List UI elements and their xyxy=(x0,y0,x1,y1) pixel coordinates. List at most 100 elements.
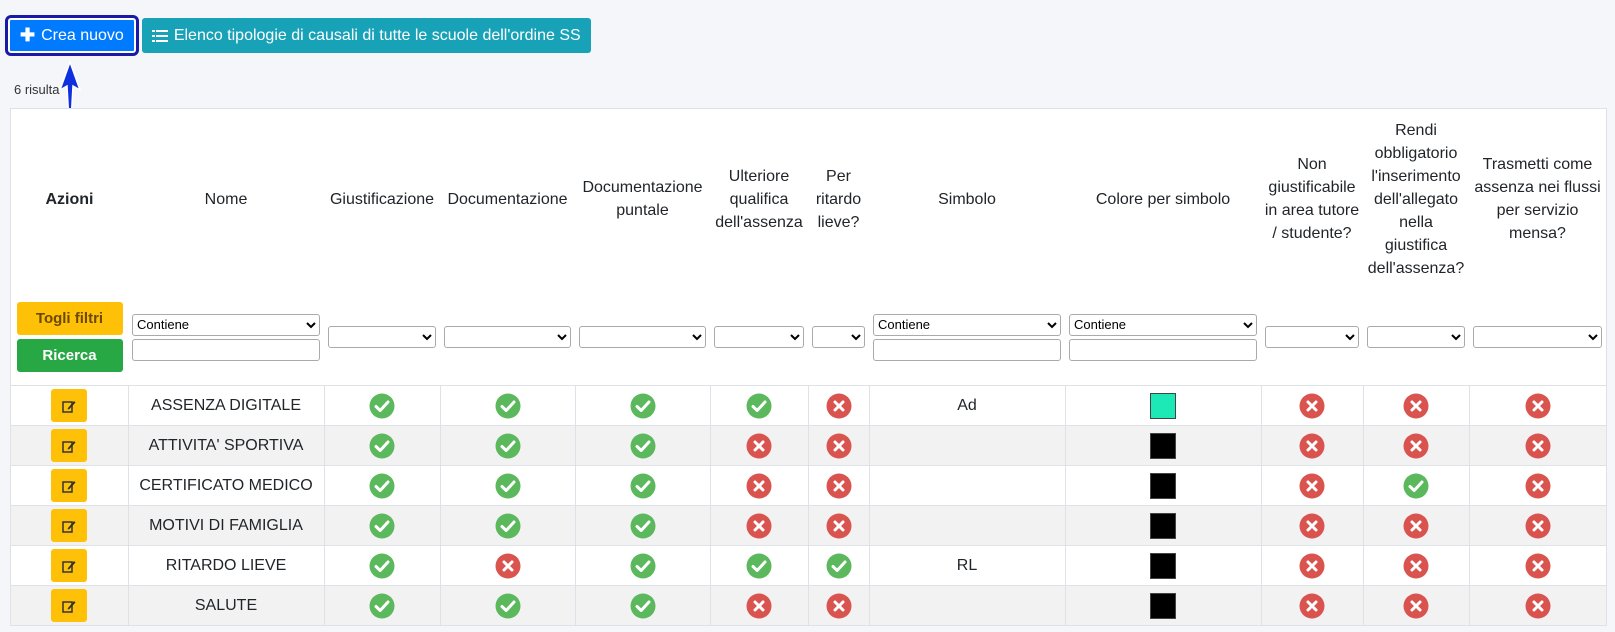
create-new-button[interactable]: ✚ Crea nuovo xyxy=(5,15,139,56)
filter-ritardo-lieve-select[interactable] xyxy=(812,326,865,348)
check-circle-icon xyxy=(1403,473,1429,498)
giust-cell xyxy=(323,545,440,586)
allegato-cell xyxy=(1362,465,1469,506)
filter-nome-input[interactable] xyxy=(132,338,320,361)
docp-cell xyxy=(574,465,710,506)
filter-colore-mode-select[interactable]: Contiene xyxy=(1069,313,1257,336)
filter-giustificazione-select[interactable] xyxy=(328,326,436,348)
mensa-cell xyxy=(1468,545,1606,586)
actions-cell xyxy=(11,585,128,625)
actions-cell xyxy=(11,385,128,426)
header-ulteriore-qualifica[interactable]: Ulteriore qualifica dell'assenza xyxy=(710,109,808,289)
docp-cell xyxy=(574,425,710,466)
search-button[interactable]: Ricerca xyxy=(16,339,123,372)
docp-cell xyxy=(574,505,710,546)
cross-circle-icon xyxy=(1525,593,1551,618)
header-row: Azioni Nome Giustificazione Documentazio… xyxy=(11,109,1606,289)
name-cell: MOTIVI DI FAMIGLIA xyxy=(127,505,324,546)
ult-cell xyxy=(709,425,808,466)
list-all-schools-button[interactable]: Elenco tipologie di causali di tutte le … xyxy=(141,18,591,53)
header-non-giustificabile[interactable]: Non giustificabile in area tutore / stud… xyxy=(1261,109,1363,289)
giust-cell xyxy=(323,585,440,625)
filter-colore-input[interactable] xyxy=(1069,338,1257,361)
table-row: CERTIFICATO MEDICO xyxy=(11,465,1606,506)
check-circle-icon xyxy=(369,513,395,538)
edit-button[interactable] xyxy=(51,469,88,502)
edit-button[interactable] xyxy=(51,429,88,462)
check-circle-icon xyxy=(746,393,772,418)
filter-allegato-select[interactable] xyxy=(1367,326,1465,348)
cross-circle-icon xyxy=(826,393,851,418)
results-count: 6 risulta xyxy=(14,82,60,97)
header-nome[interactable]: Nome xyxy=(128,109,324,289)
color-swatch xyxy=(1150,592,1176,619)
cross-circle-icon xyxy=(1403,593,1429,618)
header-giustificazione[interactable]: Giustificazione xyxy=(324,109,440,289)
header-documentazione-puntale[interactable]: Documentazione puntale xyxy=(575,109,710,289)
docp-cell xyxy=(574,385,710,426)
header-simbolo[interactable]: Simbolo xyxy=(869,109,1065,289)
filter-ulteriore-qualifica-select[interactable] xyxy=(714,326,804,348)
filter-nome-cell: Contiene xyxy=(128,289,324,386)
simbolo-cell xyxy=(868,505,1065,546)
nongiust-cell xyxy=(1260,425,1363,466)
header-mensa[interactable]: Trasmetti come assenza nei flussi per se… xyxy=(1469,109,1606,289)
edit-button[interactable] xyxy=(51,509,88,542)
edit-button[interactable] xyxy=(51,389,88,422)
filter-non-giustificabile-select[interactable] xyxy=(1265,326,1359,348)
table-row: ATTIVITA' SPORTIVA xyxy=(11,425,1606,466)
filter-documentazione-puntale-select[interactable] xyxy=(579,326,706,348)
cross-circle-icon xyxy=(1299,393,1325,418)
check-circle-icon xyxy=(369,393,395,418)
nongiust-cell xyxy=(1260,385,1363,426)
giust-cell xyxy=(323,465,440,506)
name-cell: ASSENZA DIGITALE xyxy=(127,385,324,426)
filter-mensa-select[interactable] xyxy=(1473,326,1602,348)
table-row: SALUTE xyxy=(11,585,1606,625)
edit-button[interactable] xyxy=(51,589,88,622)
mensa-cell xyxy=(1468,465,1606,506)
name-cell: SALUTE xyxy=(127,585,324,625)
filter-simbolo-input[interactable] xyxy=(873,338,1061,361)
cross-circle-icon xyxy=(1525,473,1551,498)
list-icon xyxy=(151,29,168,42)
simbolo-cell xyxy=(868,425,1065,466)
check-circle-icon xyxy=(630,473,655,498)
filter-documentazione-select[interactable] xyxy=(444,326,571,348)
colore-cell xyxy=(1064,545,1261,586)
colore-cell xyxy=(1064,465,1261,506)
header-colore-simbolo[interactable]: Colore per simbolo xyxy=(1065,109,1261,289)
header-documentazione[interactable]: Documentazione xyxy=(440,109,575,289)
mensa-cell xyxy=(1468,425,1606,466)
cross-circle-icon xyxy=(746,513,772,538)
filter-simbolo-cell: Contiene xyxy=(869,289,1065,386)
mensa-cell xyxy=(1468,385,1606,426)
mensa-cell xyxy=(1468,505,1606,546)
cross-circle-icon xyxy=(1525,553,1551,578)
name-cell: ATTIVITA' SPORTIVA xyxy=(127,425,324,466)
filter-nome-mode-select[interactable]: Contiene xyxy=(132,313,320,336)
edit-button[interactable] xyxy=(51,549,88,582)
header-allegato-obbligatorio[interactable]: Rendi obbligatorio l'inserimento dell'al… xyxy=(1363,109,1469,289)
cross-circle-icon xyxy=(826,593,851,618)
simbolo-cell: RL xyxy=(868,545,1065,586)
cross-circle-icon xyxy=(826,433,851,458)
check-circle-icon xyxy=(495,393,520,418)
table-row: ASSENZA DIGITALE Ad xyxy=(11,385,1606,426)
cross-circle-icon xyxy=(1299,473,1325,498)
check-circle-icon xyxy=(369,593,395,618)
nongiust-cell xyxy=(1260,505,1363,546)
simbolo-cell xyxy=(868,585,1065,625)
check-circle-icon xyxy=(746,553,772,578)
table-row: MOTIVI DI FAMIGLIA xyxy=(11,505,1606,546)
check-circle-icon xyxy=(630,433,655,458)
doc-cell xyxy=(439,385,575,426)
giust-cell xyxy=(323,425,440,466)
actions-cell xyxy=(11,505,128,546)
filter-simbolo-mode-select[interactable]: Contiene xyxy=(873,313,1061,336)
check-circle-icon xyxy=(630,593,655,618)
clear-filters-button[interactable]: Togli filtri xyxy=(16,302,123,335)
header-ritardo-lieve[interactable]: Per ritardo lieve? xyxy=(808,109,869,289)
docp-cell xyxy=(574,545,710,586)
doc-cell xyxy=(439,545,575,586)
